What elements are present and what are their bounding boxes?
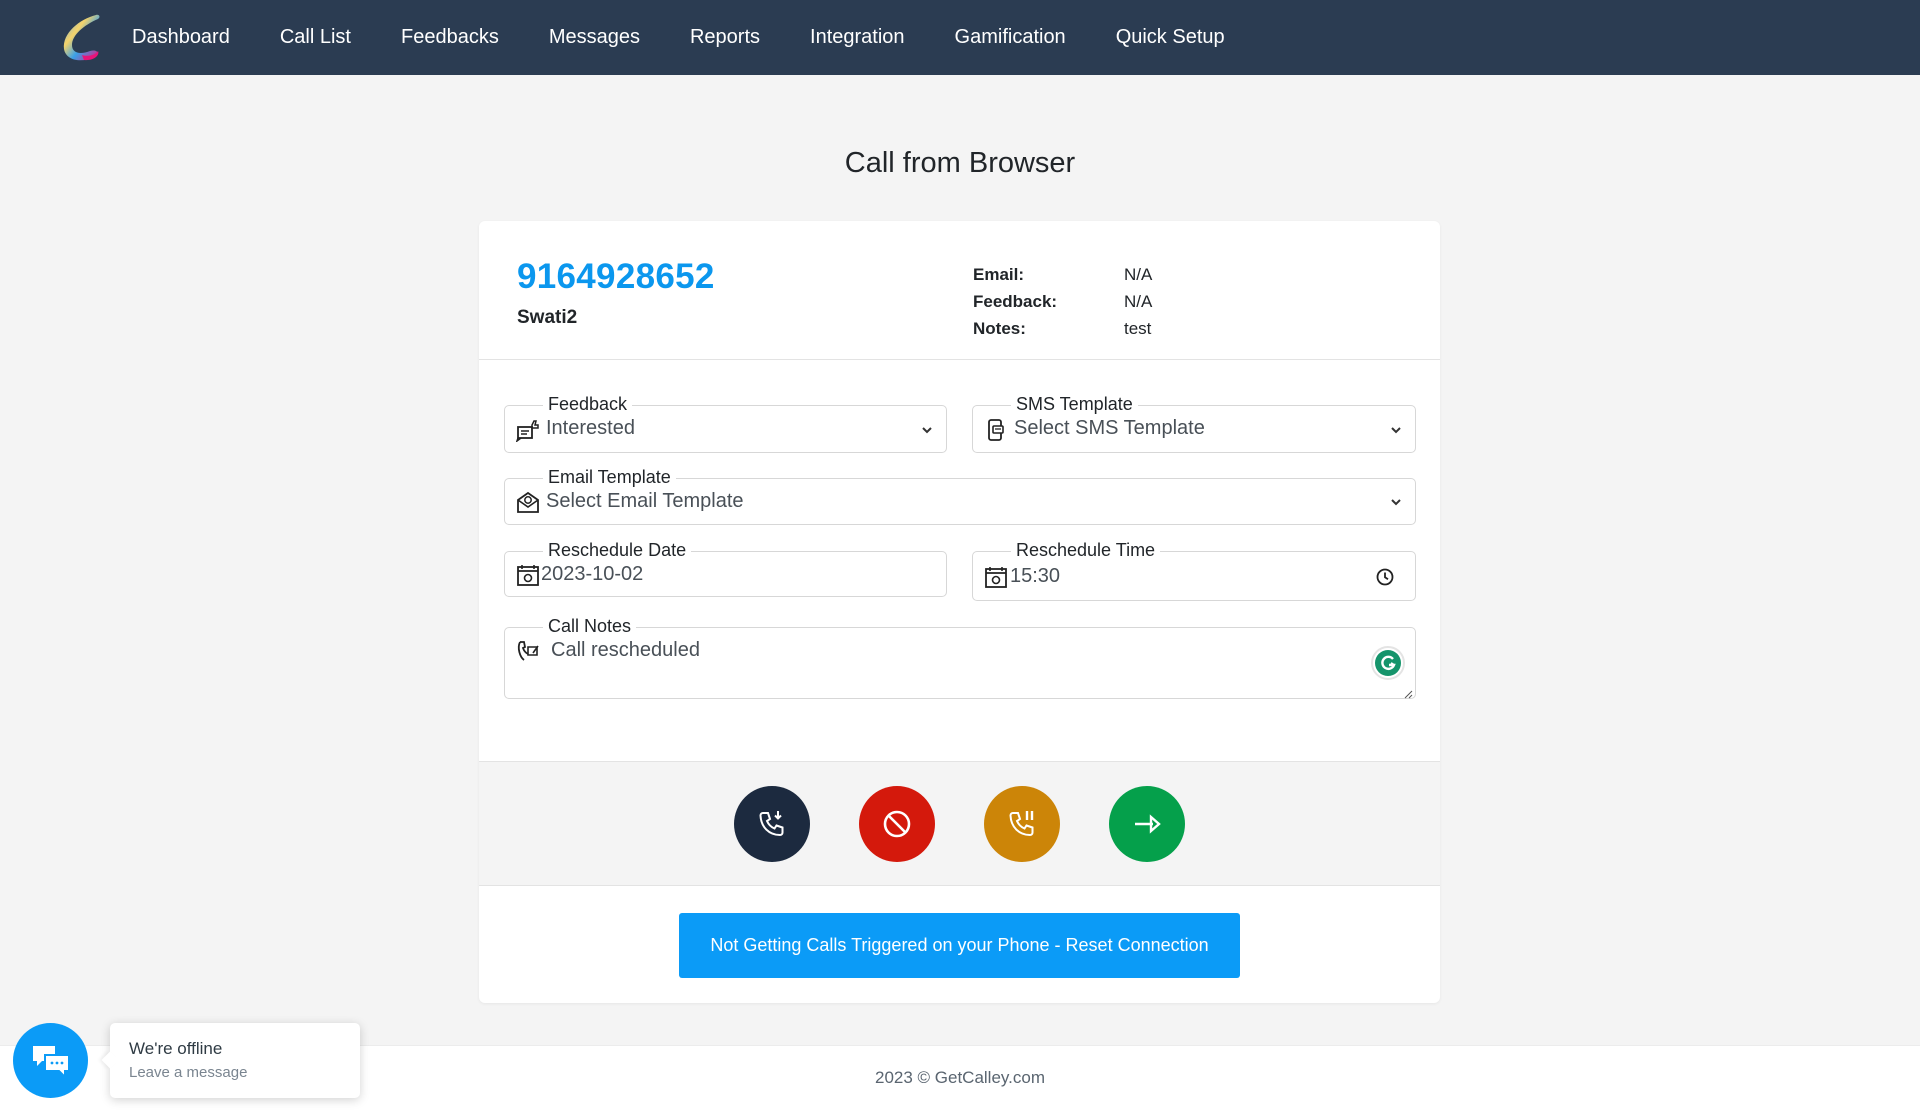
feedback-label: Feedback [543,393,633,415]
next-button[interactable] [1109,786,1185,862]
call-action-bar [479,761,1440,886]
resize-handle-icon[interactable] [1403,686,1413,699]
sms-template-select[interactable]: SMS Template Select SMS Template [972,393,1416,453]
reset-connection-button[interactable]: Not Getting Calls Triggered on your Phon… [679,913,1240,978]
email-template-value: Select Email Template [546,490,744,512]
contact-header: 9164928652 Swati2 Email: N/A Feedback: N… [479,221,1440,360]
info-row-email: Email: N/A [973,261,1152,288]
nav-dashboard[interactable]: Dashboard [132,26,230,49]
calendar-icon [516,563,540,587]
nav-gamification[interactable]: Gamification [955,26,1066,49]
info-value: test [1124,318,1152,338]
email-template-label: Email Template [543,466,676,488]
info-value: N/A [1124,264,1153,284]
reschedule-time-value: 15:30 [1010,565,1061,587]
nav-call-list[interactable]: Call List [280,26,351,49]
call-hold-button[interactable] [984,786,1060,862]
chat-launcher-button[interactable] [13,1023,88,1098]
info-row-notes: Notes: test [973,315,1152,342]
grammarly-icon[interactable] [1371,646,1405,680]
ban-icon [879,806,915,842]
reschedule-time-input[interactable]: Reschedule Time 15:30 [972,539,1416,601]
calendar-icon [984,565,1008,589]
reschedule-date-value: 2023-10-02 [541,563,644,585]
call-notes-textarea[interactable]: Call Notes Call rescheduled [504,615,1416,699]
call-notes-label: Call Notes [543,615,637,637]
call-card: 9164928652 Swati2 Email: N/A Feedback: N… [479,221,1440,1003]
page-title: Call from Browser [844,147,1076,179]
call-incoming-button[interactable] [734,786,810,862]
reschedule-date-label: Reschedule Date [543,539,692,561]
call-notes-value: Call rescheduled [551,639,700,661]
chat-status-title: We're offline [129,1039,223,1058]
chat-bubbles-icon [30,1043,72,1079]
nav-quick-setup[interactable]: Quick Setup [1116,26,1225,49]
clock-icon[interactable] [1375,567,1395,587]
top-navbar: Dashboard Call List Feedbacks Messages R… [0,0,1920,75]
info-label: Feedback: [973,291,1058,311]
phone-incoming-icon [754,806,790,842]
block-button[interactable] [859,786,935,862]
chat-offline-popover[interactable]: We're offline Leave a message [110,1023,360,1098]
phone-edit-icon [516,639,540,663]
info-label: Email: [973,264,1025,284]
nav-integration[interactable]: Integration [810,26,905,49]
reschedule-time-label: Reschedule Time [1011,539,1161,561]
phone-pause-icon [1004,806,1040,842]
chevron-down-icon [920,423,934,437]
info-label: Notes: [973,318,1026,338]
chevron-down-icon [1389,495,1403,509]
feedback-thumbs-icon [516,418,540,442]
contact-name: Swati2 [517,307,578,328]
info-row-feedback: Feedback: N/A [973,288,1152,315]
calley-logo[interactable] [54,11,108,65]
nav-links: Dashboard Call List Feedbacks Messages R… [132,0,1275,75]
feedback-select[interactable]: Feedback Interested [504,393,947,453]
contact-phone-number[interactable]: 9164928652 [517,257,715,297]
info-value: N/A [1124,291,1153,311]
sms-template-label: SMS Template [1011,393,1138,415]
email-open-icon [516,490,540,514]
feedback-value: Interested [546,417,635,439]
chevron-down-icon [1389,423,1403,437]
mobile-message-icon [984,418,1008,442]
email-template-select[interactable]: Email Template Select Email Template [504,466,1416,525]
reschedule-date-input[interactable]: Reschedule Date 2023-10-02 [504,539,947,597]
nav-messages[interactable]: Messages [549,26,640,49]
chat-status-subtitle: Leave a message [129,1064,248,1081]
nav-reports[interactable]: Reports [690,26,760,49]
sms-template-value: Select SMS Template [1014,417,1205,439]
contact-info: Email: N/A Feedback: N/A Notes: test [973,261,1152,342]
nav-feedbacks[interactable]: Feedbacks [401,26,499,49]
arrow-right-icon [1129,806,1165,842]
